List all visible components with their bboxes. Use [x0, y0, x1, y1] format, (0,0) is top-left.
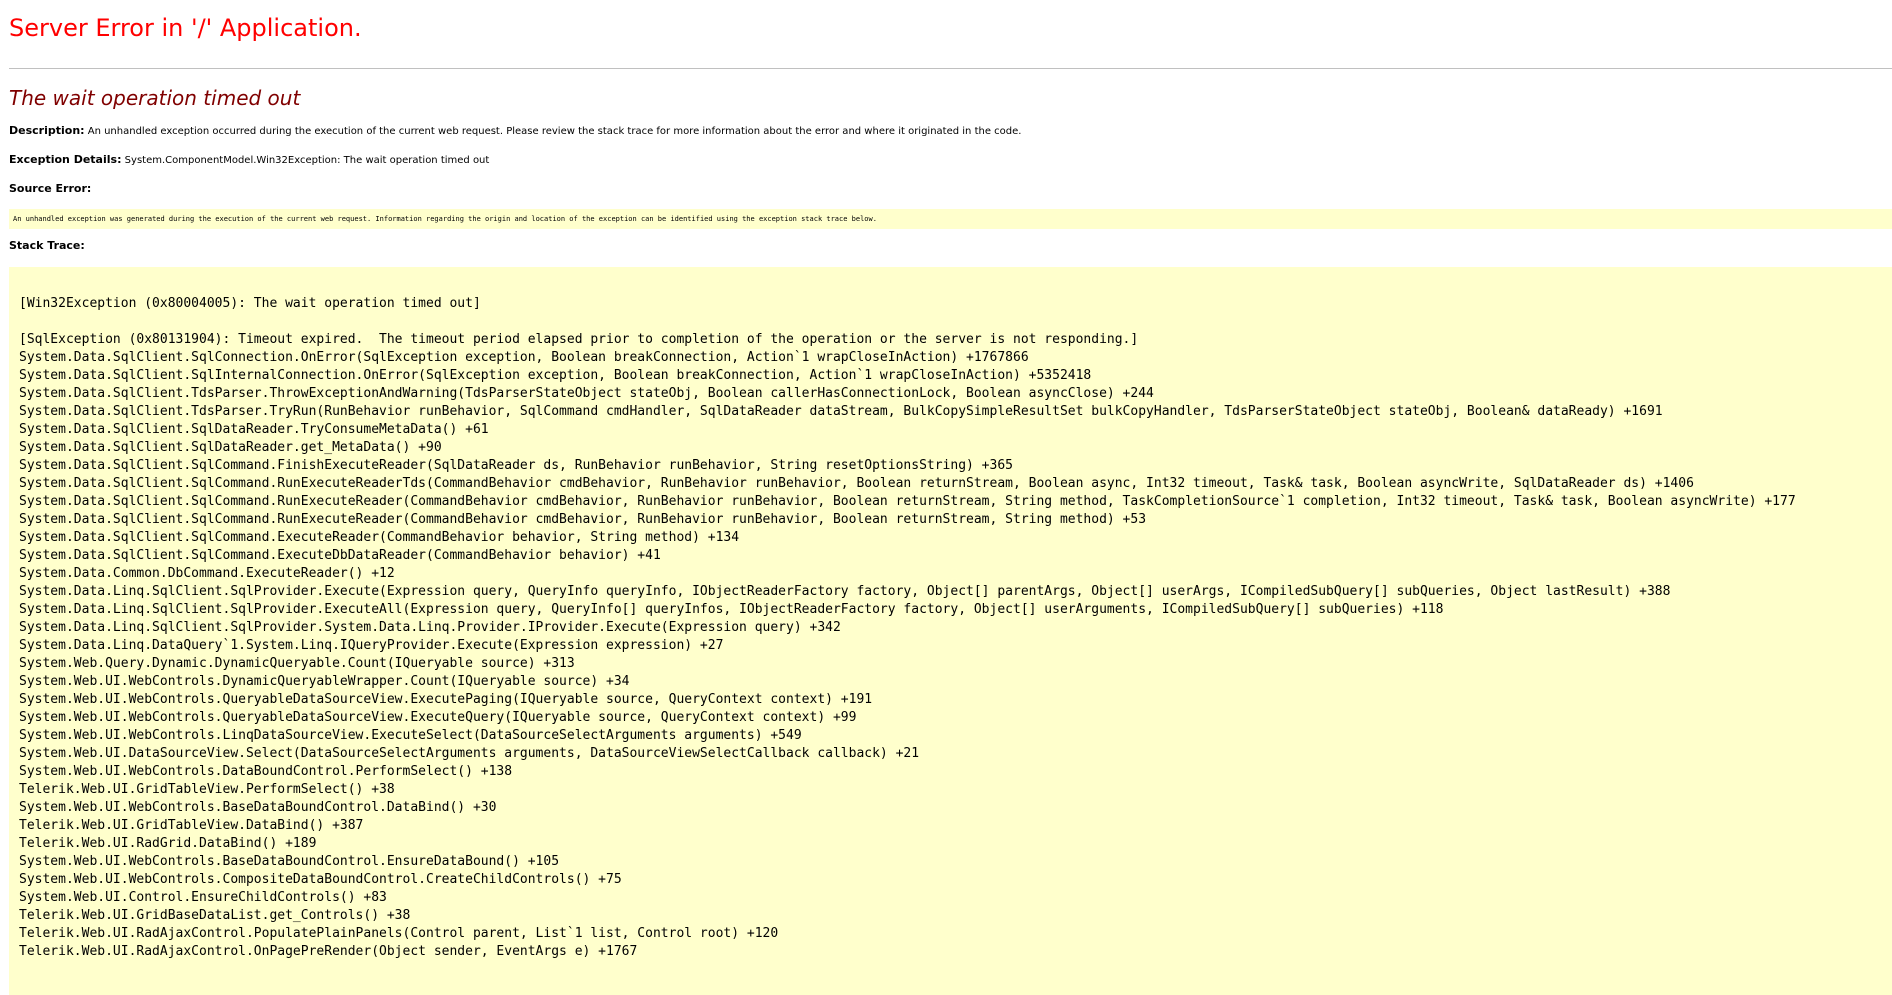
stack-frame: System.Data.SqlClient.SqlConnection.OnEr…	[19, 350, 1029, 365]
stack-frame: System.Data.SqlClient.SqlDataReader.get_…	[19, 440, 442, 455]
stack-frame: Telerik.Web.UI.GridTableView.DataBind() …	[19, 818, 364, 833]
stack-frame: System.Web.Query.Dynamic.DynamicQueryabl…	[19, 656, 575, 671]
stack-frame: System.Web.UI.WebControls.DataBoundContr…	[19, 764, 513, 779]
stack-frame: Telerik.Web.UI.RadGrid.DataBind() +189	[19, 836, 317, 851]
stack-frame: System.Data.SqlClient.SqlCommand.FinishE…	[19, 458, 1013, 473]
page-title: Server Error in '/' Application.	[9, 14, 362, 42]
source-error-label: Source Error:	[9, 182, 92, 195]
stack-frames: System.Data.SqlClient.SqlConnection.OnEr…	[9, 349, 1892, 961]
stack-frame: System.Data.Linq.SqlClient.SqlProvider.E…	[19, 602, 1444, 617]
stack-frame: System.Data.SqlClient.SqlCommand.RunExec…	[19, 476, 1694, 491]
stack-frame: System.Data.Linq.SqlClient.SqlProvider.S…	[19, 620, 841, 635]
stack-frame: Telerik.Web.UI.RadAjaxControl.PopulatePl…	[19, 926, 779, 941]
stack-frame: System.Data.SqlClient.SqlCommand.RunExec…	[19, 512, 1147, 527]
stack-frame: System.Data.SqlClient.SqlCommand.Execute…	[19, 530, 740, 545]
title-divider	[9, 68, 1892, 69]
stack-trace-box: [Win32Exception (0x80004005): The wait o…	[9, 267, 1892, 995]
stack-win32: [Win32Exception (0x80004005): The wait o…	[19, 296, 481, 311]
stack-frame: System.Web.UI.DataSourceView.Select(Data…	[19, 746, 920, 761]
stack-frame: System.Data.SqlClient.SqlCommand.RunExec…	[19, 494, 1796, 509]
stack-frame: System.Data.SqlClient.SqlCommand.Execute…	[19, 548, 661, 563]
stack-frame: Telerik.Web.UI.GridBaseDataList.get_Cont…	[19, 908, 411, 923]
source-error-box: An unhandled exception was generated dur…	[9, 209, 1892, 229]
description-label: Description:	[9, 124, 85, 137]
exception-details-text: System.ComponentModel.Win32Exception: Th…	[124, 155, 490, 166]
stack-frame: System.Web.UI.WebControls.BaseDataBoundC…	[19, 854, 560, 869]
stack-frame: System.Data.Common.DbCommand.ExecuteRead…	[19, 566, 395, 581]
stack-frame: System.Data.Linq.SqlClient.SqlProvider.E…	[19, 584, 1671, 599]
stack-frame: System.Web.UI.Control.EnsureChildControl…	[19, 890, 387, 905]
description-line: Description: An unhandled exception occu…	[9, 124, 1883, 139]
error-page: Server Error in '/' Application. The wai…	[0, 0, 1892, 995]
stack-frame: Telerik.Web.UI.RadAjaxControl.OnPagePreR…	[19, 944, 638, 959]
exception-details-line: Exception Details: System.ComponentModel…	[9, 153, 1883, 168]
stack-frame: Telerik.Web.UI.GridTableView.PerformSele…	[19, 782, 395, 797]
stack-frame: System.Data.SqlClient.SqlInternalConnect…	[19, 368, 1092, 383]
stack-frame: System.Data.SqlClient.TdsParser.TryRun(R…	[19, 404, 1663, 419]
stack-sql: [SqlException (0x80131904): Timeout expi…	[19, 332, 1139, 347]
stack-frame: System.Data.Linq.DataQuery`1.System.Linq…	[19, 638, 724, 653]
stack-frame: System.Web.UI.WebControls.LinqDataSource…	[19, 728, 802, 743]
stack-frame: System.Data.SqlClient.TdsParser.ThrowExc…	[19, 386, 1154, 401]
stack-frame: System.Web.UI.WebControls.QueryableDataS…	[19, 710, 857, 725]
exception-details-label: Exception Details:	[9, 153, 122, 166]
error-message: The wait operation timed out	[9, 86, 301, 110]
stack-frame: System.Web.UI.WebControls.BaseDataBoundC…	[19, 800, 497, 815]
stack-frame: System.Web.UI.WebControls.QueryableDataS…	[19, 692, 873, 707]
stack-frame: System.Data.SqlClient.SqlDataReader.TryC…	[19, 422, 489, 437]
stack-frame: System.Web.UI.WebControls.DynamicQueryab…	[19, 674, 630, 689]
stack-frame: System.Web.UI.WebControls.CompositeDataB…	[19, 872, 622, 887]
description-text: An unhandled exception occurred during t…	[87, 126, 1022, 137]
stack-trace-label: Stack Trace:	[9, 239, 85, 252]
